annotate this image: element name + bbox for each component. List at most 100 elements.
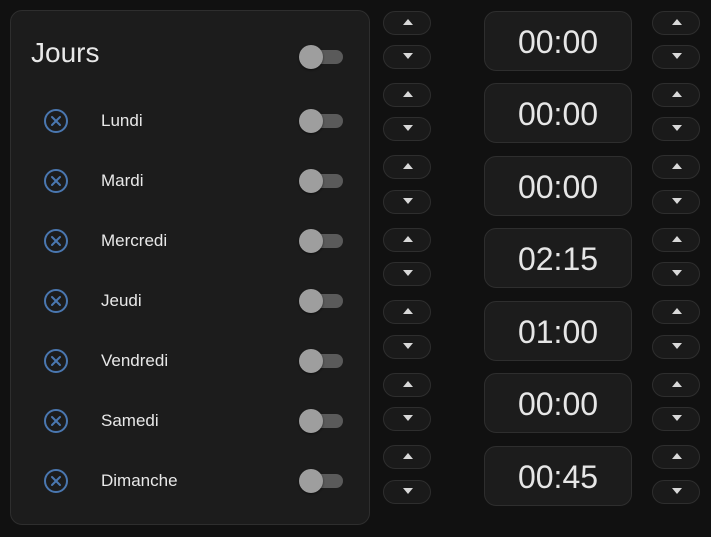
minute-up-button-2[interactable] bbox=[652, 83, 700, 107]
hour-down-button-2[interactable] bbox=[383, 117, 431, 141]
time-display-4[interactable]: 02:15 bbox=[484, 228, 632, 288]
day-row-mercredi: Mercredi bbox=[11, 221, 371, 261]
toggle-knob bbox=[299, 229, 323, 253]
toggle-knob bbox=[299, 109, 323, 133]
day-label: Dimanche bbox=[101, 471, 178, 490]
day-toggle-mercredi[interactable] bbox=[299, 229, 345, 253]
time-display-1[interactable]: 00:00 bbox=[484, 11, 632, 71]
minute-up-button-6[interactable] bbox=[652, 373, 700, 397]
time-display-5[interactable]: 01:00 bbox=[484, 301, 632, 361]
arrow-down-icon bbox=[672, 198, 682, 204]
day-row-lundi: Lundi bbox=[11, 101, 371, 141]
minute-down-button-1[interactable] bbox=[652, 45, 700, 69]
minute-down-button-3[interactable] bbox=[652, 190, 700, 214]
master-toggle[interactable] bbox=[299, 45, 345, 69]
hour-down-button-1[interactable] bbox=[383, 45, 431, 69]
close-circle-icon[interactable] bbox=[43, 408, 69, 434]
arrow-up-icon bbox=[672, 381, 682, 387]
day-row-mardi: Mardi bbox=[11, 161, 371, 201]
hour-down-button-3[interactable] bbox=[383, 190, 431, 214]
close-circle-icon[interactable] bbox=[43, 108, 69, 134]
time-display-2[interactable]: 00:00 bbox=[484, 83, 632, 143]
arrow-down-icon bbox=[403, 270, 413, 276]
day-row-samedi: Samedi bbox=[11, 401, 371, 441]
arrow-up-icon bbox=[403, 453, 413, 459]
hour-down-button-6[interactable] bbox=[383, 407, 431, 431]
day-toggle-samedi[interactable] bbox=[299, 409, 345, 433]
minute-up-button-7[interactable] bbox=[652, 445, 700, 469]
day-toggle-vendredi[interactable] bbox=[299, 349, 345, 373]
day-row-vendredi: Vendredi bbox=[11, 341, 371, 381]
arrow-down-icon bbox=[672, 415, 682, 421]
toggle-knob bbox=[299, 469, 323, 493]
day-row-dimanche: Dimanche bbox=[11, 461, 371, 501]
arrow-up-icon bbox=[403, 91, 413, 97]
arrow-up-icon bbox=[672, 308, 682, 314]
time-value: 00:45 bbox=[517, 459, 599, 495]
hour-up-button-6[interactable] bbox=[383, 373, 431, 397]
close-circle-icon[interactable] bbox=[43, 348, 69, 374]
close-circle-icon[interactable] bbox=[43, 228, 69, 254]
arrow-down-icon bbox=[403, 53, 413, 59]
arrow-up-icon bbox=[403, 381, 413, 387]
arrow-down-icon bbox=[672, 270, 682, 276]
close-circle-icon[interactable] bbox=[43, 468, 69, 494]
arrow-up-icon bbox=[403, 308, 413, 314]
arrow-down-icon bbox=[403, 488, 413, 494]
minute-down-button-4[interactable] bbox=[652, 262, 700, 286]
minute-up-button-5[interactable] bbox=[652, 300, 700, 324]
time-value: 01:00 bbox=[517, 314, 599, 350]
hour-up-button-5[interactable] bbox=[383, 300, 431, 324]
time-display-6[interactable]: 00:00 bbox=[484, 373, 632, 433]
time-value: 02:15 bbox=[517, 241, 599, 277]
days-card: Jours Lundi Mardi Mercredi Jeudi Vendred… bbox=[10, 10, 370, 525]
time-value: 00:00 bbox=[517, 96, 599, 132]
arrow-up-icon bbox=[672, 453, 682, 459]
close-circle-icon[interactable] bbox=[43, 168, 69, 194]
hour-up-button-4[interactable] bbox=[383, 228, 431, 252]
close-circle-icon[interactable] bbox=[43, 288, 69, 314]
day-toggle-mardi[interactable] bbox=[299, 169, 345, 193]
minute-down-button-6[interactable] bbox=[652, 407, 700, 431]
hour-down-button-5[interactable] bbox=[383, 335, 431, 359]
arrow-up-icon bbox=[672, 19, 682, 25]
hour-up-button-2[interactable] bbox=[383, 83, 431, 107]
hour-up-button-7[interactable] bbox=[383, 445, 431, 469]
day-label: Lundi bbox=[101, 111, 143, 130]
arrow-up-icon bbox=[403, 236, 413, 242]
minute-up-button-1[interactable] bbox=[652, 11, 700, 35]
day-toggle-lundi[interactable] bbox=[299, 109, 345, 133]
arrow-up-icon bbox=[672, 163, 682, 169]
minute-up-button-3[interactable] bbox=[652, 155, 700, 179]
time-display-3[interactable]: 00:00 bbox=[484, 156, 632, 216]
time-display-7[interactable]: 00:45 bbox=[484, 446, 632, 506]
arrow-down-icon bbox=[403, 198, 413, 204]
minute-down-button-5[interactable] bbox=[652, 335, 700, 359]
arrow-down-icon bbox=[403, 125, 413, 131]
toggle-knob bbox=[299, 169, 323, 193]
arrow-up-icon bbox=[403, 19, 413, 25]
arrow-down-icon bbox=[672, 343, 682, 349]
day-label: Mardi bbox=[101, 171, 144, 190]
hour-up-button-3[interactable] bbox=[383, 155, 431, 179]
time-value: 00:00 bbox=[517, 169, 599, 205]
hour-up-button-1[interactable] bbox=[383, 11, 431, 35]
card-title: Jours bbox=[31, 37, 100, 68]
minute-down-button-2[interactable] bbox=[652, 117, 700, 141]
hour-down-button-4[interactable] bbox=[383, 262, 431, 286]
minute-down-button-7[interactable] bbox=[652, 480, 700, 504]
arrow-up-icon bbox=[403, 163, 413, 169]
time-value: 00:00 bbox=[517, 386, 599, 422]
minute-up-button-4[interactable] bbox=[652, 228, 700, 252]
hour-down-button-7[interactable] bbox=[383, 480, 431, 504]
toggle-knob bbox=[299, 289, 323, 313]
day-toggle-jeudi[interactable] bbox=[299, 289, 345, 313]
day-label: Vendredi bbox=[101, 351, 169, 370]
toggle-knob bbox=[299, 409, 323, 433]
arrow-down-icon bbox=[403, 343, 413, 349]
arrow-up-icon bbox=[672, 91, 682, 97]
day-label: Mercredi bbox=[101, 231, 168, 250]
day-row-jeudi: Jeudi bbox=[11, 281, 371, 321]
arrow-down-icon bbox=[672, 125, 682, 131]
day-toggle-dimanche[interactable] bbox=[299, 469, 345, 493]
